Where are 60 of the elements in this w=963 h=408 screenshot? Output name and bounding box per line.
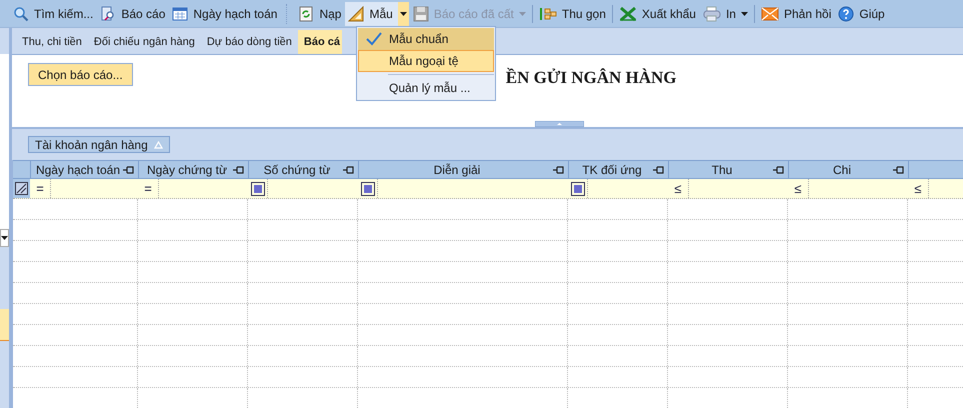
toolbar-button[interactable]: In	[700, 2, 751, 26]
toolbar-button[interactable]: Nạp	[295, 2, 344, 26]
tree-structure-icon	[538, 6, 557, 22]
printer-icon	[702, 6, 721, 22]
tab[interactable]: Thu, chi tiền	[16, 30, 88, 54]
caret-icon	[400, 12, 407, 16]
menu-item[interactable]: Quản lý mẫu ...	[358, 77, 494, 99]
checkmark-icon	[366, 32, 382, 46]
pin-icon[interactable]	[893, 166, 904, 174]
column-header[interactable]: Số chứng từ	[248, 161, 358, 178]
column-header[interactable]: TK đối ứng	[568, 161, 668, 178]
column-header[interactable]: Ngày hạch toán	[30, 161, 138, 178]
sort-triangle-icon	[154, 140, 163, 148]
toolbar-button[interactable]: Thu gọn	[536, 2, 609, 26]
group-chip[interactable]: Tài khoản ngân hàng	[28, 136, 170, 153]
filter-operator-button[interactable]	[571, 182, 585, 196]
pin-icon[interactable]	[553, 166, 564, 174]
filter-operator-button[interactable]: ≤	[790, 178, 806, 198]
pin-icon[interactable]	[773, 166, 784, 174]
pin-icon[interactable]	[343, 166, 354, 174]
column-header[interactable]: Thu	[668, 161, 788, 178]
pin-icon[interactable]	[123, 166, 134, 174]
document-magnifier-icon	[100, 6, 116, 22]
tab[interactable]: Dự báo dòng tiền	[200, 30, 298, 54]
spreadsheet-icon	[618, 6, 637, 22]
choose-report-button[interactable]: Chọn báo cáo...	[28, 63, 133, 86]
splitter-handle-icon[interactable]	[535, 121, 584, 127]
envelope-icon	[760, 6, 779, 22]
help-icon	[838, 6, 854, 22]
pin-icon[interactable]	[653, 166, 664, 174]
filter-operator-button[interactable]: =	[140, 178, 156, 198]
filter-operator-button[interactable]: ≤	[670, 178, 686, 198]
toolbar-button[interactable]: Báo cáo	[97, 2, 168, 26]
search-icon	[13, 6, 29, 22]
toolbar-button[interactable]: Xuất khẩu	[616, 2, 699, 26]
column-header[interactable]: Chi	[788, 161, 908, 178]
toolbar-button[interactable]: Tìm kiếm...	[10, 2, 96, 26]
column-header[interactable]: Diễn giải	[358, 161, 568, 178]
menu-item[interactable]: Mẫu ngoại tệ	[358, 50, 494, 72]
caret-icon	[518, 12, 526, 16]
filter-operator-button[interactable]	[361, 182, 375, 196]
triangle-ruler-icon	[348, 6, 364, 22]
filter-operator-button[interactable]: ≤	[910, 178, 926, 198]
caret-icon	[1, 236, 8, 240]
pin-icon[interactable]	[233, 166, 244, 174]
refresh-document-icon	[298, 6, 314, 22]
toolbar-grip	[286, 4, 290, 24]
calendar-icon	[172, 6, 188, 22]
caret-icon	[740, 12, 748, 16]
report-title: ỀN GỬI NGÂN HÀNG	[506, 66, 677, 89]
filter-operator-button[interactable]	[251, 182, 265, 196]
menu-item[interactable]: Mẫu chuẩn	[358, 28, 494, 50]
toolbar-button[interactable]: Ngày hạch toán	[169, 2, 280, 26]
tab[interactable]: Đối chiếu ngân hàng	[88, 30, 201, 54]
tab[interactable]: Báo cá	[298, 30, 342, 54]
filter-operator-button[interactable]: =	[32, 178, 48, 198]
toolbar-button[interactable]: Giúp	[835, 2, 888, 26]
toolbar-button[interactable]: Mẫu	[345, 2, 409, 26]
toolbar-button[interactable]: Phản hồi	[758, 2, 834, 26]
column-header[interactable]: Ngày chứng từ	[138, 161, 248, 178]
